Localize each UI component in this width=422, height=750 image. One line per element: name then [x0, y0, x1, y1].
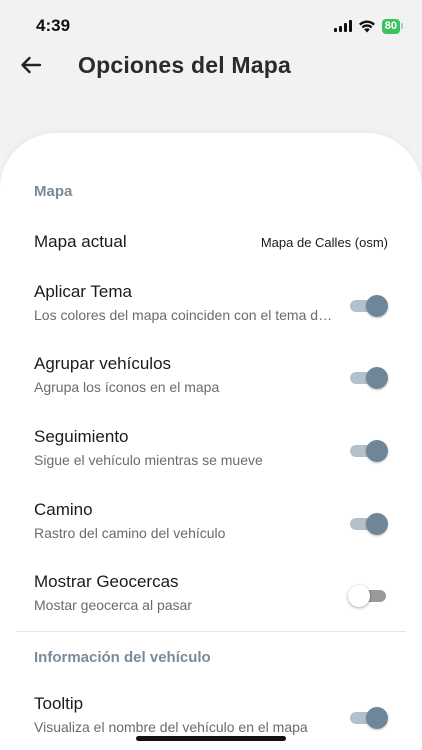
setting-description: Sigue el vehículo mientras se mueve [34, 452, 263, 468]
setting-path: Camino Rastro del camino del vehículo [0, 500, 422, 548]
section-header-vehicle-info: Información del vehículo [34, 649, 211, 666]
setting-group-vehicles: Agrupar vehículos Agrupa los íconos en e… [0, 354, 422, 402]
setting-description: Agrupa los íconos en el mapa [34, 379, 220, 395]
setting-label: Mapa actual [34, 232, 127, 251]
app-header: Opciones del Mapa [0, 40, 422, 92]
settings-sheet: Mapa Mapa actual Mapa de Calles (osm) Ap… [0, 133, 422, 750]
section-divider [16, 631, 406, 632]
setting-label: Tooltip [34, 694, 84, 713]
setting-geofences: Mostrar Geocercas Mostar geocerca al pas… [0, 572, 422, 620]
setting-tooltip: Tooltip Visualiza el nombre del vehículo… [0, 694, 422, 742]
current-map-value: Mapa de Calles (osm) [260, 235, 388, 250]
tooltip-toggle[interactable] [350, 707, 388, 729]
follow-toggle[interactable] [350, 440, 388, 462]
cellular-signal-icon [333, 20, 352, 32]
wifi-icon [358, 19, 376, 33]
back-button[interactable] [16, 50, 46, 80]
setting-apply-theme: Aplicar Tema Los colores del mapa coinci… [0, 282, 422, 330]
geofences-toggle[interactable] [348, 585, 388, 607]
path-toggle[interactable] [350, 513, 388, 535]
home-indicator [136, 736, 286, 741]
battery-icon: 80 [381, 18, 404, 34]
status-icons: 80 [333, 18, 404, 34]
setting-description: Rastro del camino del vehículo [34, 525, 226, 541]
setting-description: Visualiza el nombre del vehículo en el m… [34, 719, 308, 735]
setting-description: Mostar geocerca al pasar [34, 597, 192, 613]
apply-theme-toggle[interactable] [350, 295, 388, 317]
setting-label: Camino [34, 500, 93, 519]
status-time: 4:39 [36, 16, 71, 35]
section-header-map: Mapa [34, 183, 73, 200]
setting-follow: Seguimiento Sigue el vehículo mientras s… [0, 427, 422, 475]
page-title: Opciones del Mapa [78, 52, 292, 78]
group-vehicles-toggle[interactable] [350, 367, 388, 389]
setting-label: Mostrar Geocercas [34, 572, 179, 591]
setting-description: Los colores del mapa coinciden con el te… [34, 307, 334, 323]
setting-current-map[interactable]: Mapa actual Mapa de Calles (osm) [0, 232, 422, 262]
setting-label: Agrupar vehículos [34, 354, 172, 373]
setting-label: Aplicar Tema [34, 282, 132, 301]
setting-label: Seguimiento [34, 427, 129, 446]
battery-level: 80 [384, 19, 397, 32]
arrow-left-icon [21, 56, 42, 74]
